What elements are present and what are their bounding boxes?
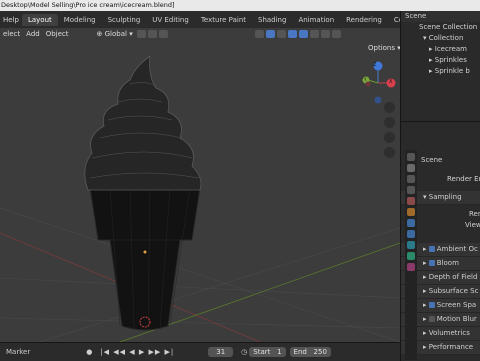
clock-icon[interactable]: ◷ [241, 348, 247, 356]
properties-tabs [405, 150, 417, 360]
tab-rendering[interactable]: Rendering [340, 14, 388, 26]
overlay-icon[interactable] [276, 30, 286, 38]
tab-animation[interactable]: Animation [292, 14, 340, 26]
floor-grid [0, 207, 400, 342]
playback-controls[interactable]: |◀ ◀◀ ◀ ▶ ▶▶ ▶| [100, 348, 174, 356]
orientation-dropdown[interactable]: ⊕ Global ▾ [94, 30, 136, 38]
wireframe-shading-icon[interactable] [298, 30, 308, 38]
pivot-icon[interactable] [136, 30, 146, 38]
end-frame-field[interactable]: End 250 [289, 347, 331, 357]
viewport-scene [0, 55, 400, 342]
menu-help[interactable]: Help [0, 16, 22, 24]
render-tab-icon[interactable] [407, 164, 415, 172]
material-tab-icon[interactable] [407, 263, 415, 271]
outliner-header: Scene [401, 11, 480, 22]
menu-bar: Help Layout Modeling Sculpting UV Editin… [0, 11, 400, 28]
tab-layout[interactable]: Layout [21, 13, 58, 26]
physics-tab-icon[interactable] [407, 252, 415, 260]
tab-texture-paint[interactable]: Texture Paint [195, 14, 252, 26]
timeline-bar: Marker ● |◀ ◀◀ ◀ ▶ ▶▶ ▶| 31 ◷ Start 1 En… [0, 342, 400, 361]
output-tab-icon[interactable] [407, 175, 415, 183]
outliner-item-sprinkles[interactable]: ▸ Sprinkles [401, 55, 480, 66]
zoom-icon[interactable] [384, 102, 395, 113]
modifier-tab-icon[interactable] [407, 230, 415, 238]
view-layer-tab-icon[interactable] [407, 186, 415, 194]
outliner-item-icecream[interactable]: ▸ Icecream [401, 44, 480, 55]
object-tab-icon[interactable] [407, 219, 415, 227]
grid-icon[interactable] [384, 147, 395, 158]
tab-compositing[interactable]: Compositin [388, 14, 400, 26]
outliner-item-collection[interactable]: ▾ Collection [401, 33, 480, 44]
cone-mesh[interactable] [89, 187, 201, 331]
gizmo-toggle-icon[interactable] [265, 30, 275, 38]
scene-tab-icon[interactable] [407, 197, 415, 205]
world-tab-icon[interactable] [407, 208, 415, 216]
icecream-mesh[interactable] [84, 55, 202, 191]
solid-shading-icon[interactable] [309, 30, 319, 38]
tab-modeling[interactable]: Modeling [58, 14, 102, 26]
start-frame-field[interactable]: Start 1 [249, 347, 286, 357]
outliner-panel: Scene Scene Collection ▾ Collection ▸ Ic… [400, 11, 480, 121]
xray-icon[interactable] [287, 30, 297, 38]
checkbox-icon[interactable] [428, 302, 435, 308]
gizmo-y-label: Y [364, 77, 367, 82]
outliner-item-sprinkle-b[interactable]: ▸ Sprinkle b [401, 66, 480, 77]
camera-icon[interactable] [384, 132, 395, 143]
gizmo-z-label: Z [373, 62, 377, 68]
viewport-header: elect Add Object ⊕ Global ▾ [0, 28, 400, 40]
proportional-icon[interactable] [158, 30, 168, 38]
checkbox-icon[interactable] [428, 246, 435, 252]
record-icon[interactable]: ● [86, 348, 92, 356]
particles-tab-icon[interactable] [407, 241, 415, 249]
visibility-icon[interactable] [254, 30, 264, 38]
3d-viewport[interactable]: Z X Y [0, 28, 400, 342]
add-menu[interactable]: Add [23, 30, 43, 38]
globe-icon: ⊕ [96, 30, 105, 38]
gizmo-x-label: X [389, 79, 393, 85]
marker-menu[interactable]: Marker [6, 348, 30, 356]
tab-shading[interactable]: Shading [252, 14, 292, 26]
snap-icon[interactable] [147, 30, 157, 38]
current-frame-field[interactable]: 31 [208, 347, 234, 357]
tab-uv-editing[interactable]: UV Editing [146, 14, 195, 26]
rendered-shading-icon[interactable] [331, 30, 341, 38]
object-menu[interactable]: Object [43, 30, 72, 38]
options-dropdown[interactable]: Options ▾ [368, 44, 401, 52]
checkbox-icon[interactable] [428, 316, 435, 322]
select-menu[interactable]: elect [0, 30, 23, 38]
title-bar: Desktop\Model Selling\Pro ice cream\icec… [0, 0, 480, 11]
outliner-item-scene-collection[interactable]: Scene Collection [401, 22, 480, 33]
viewport-nav-buttons [384, 102, 398, 162]
tab-sculpting[interactable]: Sculpting [102, 14, 147, 26]
object-origin [143, 250, 147, 254]
checkbox-icon[interactable] [428, 260, 435, 266]
material-shading-icon[interactable] [320, 30, 330, 38]
pan-hand-icon[interactable] [384, 117, 395, 128]
tool-tab-icon[interactable] [407, 153, 415, 161]
chevron-down-icon: ▾ [129, 30, 133, 38]
